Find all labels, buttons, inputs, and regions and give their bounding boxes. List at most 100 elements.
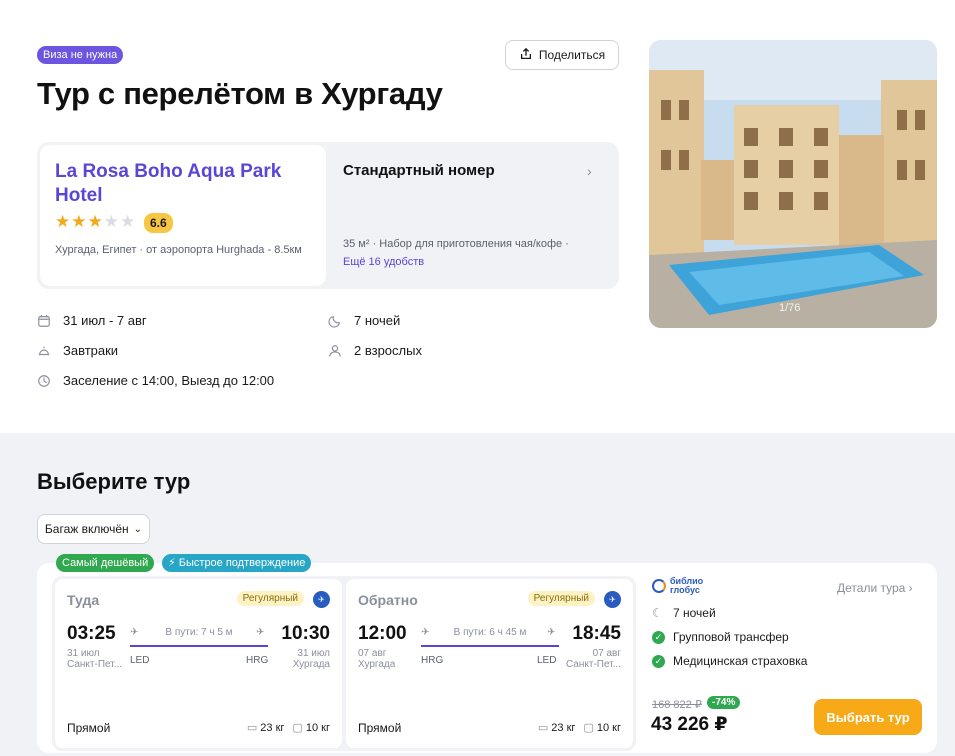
tour-selection-section: Выберите тур Багаж включён ⌄ Туда Регуля…	[0, 433, 955, 756]
fact-meal-text: Завтраки	[63, 343, 119, 358]
tour-header-section: Виза не нужна Поделиться Тур с перелётом…	[0, 0, 955, 433]
baggage-filter-dropdown[interactable]: Багаж включён ⌄	[37, 514, 150, 544]
landing-icon: ✈	[256, 627, 265, 638]
fact-dates-text: 31 июл - 7 авг	[63, 313, 147, 328]
room-title[interactable]: Стандартный номер	[343, 162, 495, 179]
hand-luggage-weight: 10 кг	[596, 722, 621, 734]
airline-logo-icon: ✈	[604, 591, 621, 608]
operator-name-2: глобус	[670, 585, 700, 595]
flight-duration: В пути: 6 ч 45 м	[453, 627, 527, 638]
direct-flight-label: Прямой	[67, 721, 111, 735]
offer-nights-text: 7 ночей	[673, 606, 716, 620]
star-icon: ★	[103, 212, 119, 231]
baggage-weight: 23 кг	[260, 722, 285, 734]
return-flight[interactable]: Обратно Регулярный ✈ 12:00 ✈ В пути: 6 ч…	[346, 579, 633, 748]
arrival-code: HRG	[246, 655, 269, 666]
arrival-time: 18:45	[572, 623, 621, 644]
star-icon: ★	[55, 212, 71, 231]
visa-badge: Виза не нужна	[37, 46, 124, 64]
check-icon: ✓	[652, 654, 665, 668]
share-button[interactable]: Поделиться	[505, 40, 619, 70]
chevron-right-icon: ›	[908, 581, 913, 595]
calendar-icon	[37, 314, 51, 328]
tour-details-link[interactable]: Детали тура ›	[837, 581, 913, 595]
fact-nights: 7 ночей	[328, 313, 400, 328]
outbound-flight[interactable]: Туда Регулярный ✈ 03:25 ✈ В пути: 7 ч 5 …	[55, 579, 342, 748]
chevron-down-icon: ⌄	[133, 523, 143, 535]
arrival-date: 31 июл	[297, 648, 330, 659]
tour-card: Туда Регулярный ✈ 03:25 ✈ В пути: 7 ч 5 …	[37, 563, 937, 753]
arrival-code: LED	[537, 655, 557, 666]
tour-details-label: Детали тура	[837, 581, 906, 595]
fact-dates: 31 июл - 7 авг	[37, 313, 147, 328]
discount-badge: -74%	[707, 696, 741, 709]
arrival-time: 10:30	[281, 623, 330, 644]
flight-line	[421, 645, 559, 647]
more-amenities-link[interactable]: Ещё 16 удобств	[343, 256, 424, 268]
suitcase-icon: ▭	[537, 722, 549, 734]
moon-icon: ☾	[652, 606, 663, 620]
fast-confirmation-tag: ⚡ Быстрое подтверждение	[162, 554, 312, 572]
hand-luggage-weight: 10 кг	[305, 722, 330, 734]
offer-feature-transfer: ✓ Групповой трансфер	[652, 630, 789, 644]
flight-line	[130, 645, 268, 647]
fact-checkin: Заселение с 14:00, Выезд до 12:00	[37, 373, 274, 388]
feature-text: Групповой трансфер	[673, 630, 789, 644]
star-icon: ★	[87, 212, 103, 231]
arrival-city: Санкт-Пет...	[565, 659, 621, 670]
departure-date: 31 июл	[67, 648, 100, 659]
cheapest-tag: Самый дешёвый	[56, 554, 155, 572]
handbag-icon: ▢	[292, 722, 303, 734]
hotel-card[interactable]: La Rosa Boho Aqua Park Hotel ★ ★ ★ ★ ★ 6…	[40, 145, 326, 286]
tour-price: 43 226 ₽	[651, 714, 728, 735]
flight-duration: В пути: 7 ч 5 м	[165, 627, 233, 638]
arrival-date: 07 авг	[592, 648, 621, 659]
fact-meal: Завтраки	[37, 343, 118, 358]
arrival-info: 07 авг Санкт-Пет...	[566, 648, 621, 670]
filter-label: Багаж включён	[44, 522, 129, 536]
direct-flight-label: Прямой	[358, 721, 402, 735]
leg-title: Туда	[67, 592, 100, 608]
fact-guests: 2 взрослых	[328, 343, 422, 358]
offer-feature-insurance: ✓ Медицинская страховка	[652, 654, 807, 668]
fact-nights-text: 7 ночей	[354, 313, 401, 328]
departure-info: 07 авг Хургада	[358, 648, 395, 670]
moon-icon	[328, 314, 342, 328]
baggage-info: ▭ 23 кг ▢ 10 кг	[247, 721, 330, 734]
star-icon: ★	[120, 212, 136, 231]
clock-icon	[37, 374, 51, 388]
landing-icon: ✈	[547, 627, 556, 638]
hotel-stars: ★ ★ ★ ★ ★	[55, 213, 135, 231]
offer-nights: ☾ 7 ночей	[652, 606, 716, 620]
departure-time: 03:25	[67, 623, 116, 644]
departure-city: Санкт-Пет...	[67, 659, 123, 670]
chevron-right-icon[interactable]: ›	[587, 163, 592, 179]
airline-logo-icon: ✈	[313, 591, 330, 608]
star-icon: ★	[71, 212, 87, 231]
flights-panel: Туда Регулярный ✈ 03:25 ✈ В пути: 7 ч 5 …	[52, 576, 636, 751]
share-icon	[519, 47, 533, 64]
handbag-icon: ▢	[583, 722, 594, 734]
suitcase-icon: ▭	[246, 722, 258, 734]
user-icon	[328, 344, 342, 358]
room-features: 35 м² · Набор для приготовления чая/кофе…	[343, 238, 569, 250]
departure-time: 12:00	[358, 623, 407, 644]
check-icon: ✓	[652, 630, 665, 644]
select-tour-button[interactable]: Выбрать тур	[814, 699, 922, 735]
departure-city: Хургада	[358, 659, 396, 670]
departure-date: 07 авг	[358, 648, 387, 659]
hotel-photo[interactable]: 1/76	[649, 40, 937, 328]
leg-title: Обратно	[358, 592, 418, 608]
meal-icon	[37, 344, 51, 358]
flight-type-badge: Регулярный	[527, 591, 595, 606]
departure-info: 31 июл Санкт-Пет...	[67, 648, 122, 670]
hotel-name[interactable]: La Rosa Boho Aqua Park Hotel	[55, 160, 315, 208]
flight-type-badge: Регулярный	[236, 591, 304, 606]
rating-badge: 6.6	[144, 213, 173, 233]
arrival-info: 31 июл Хургада	[293, 648, 330, 670]
baggage-info: ▭ 23 кг ▢ 10 кг	[538, 721, 621, 734]
hotel-location: Хургада, Египет · от аэропорта Hurghada …	[55, 244, 302, 256]
section-title: Выберите тур	[37, 469, 191, 494]
share-label: Поделиться	[538, 48, 606, 62]
feature-text: Медицинская страховка	[673, 654, 808, 668]
